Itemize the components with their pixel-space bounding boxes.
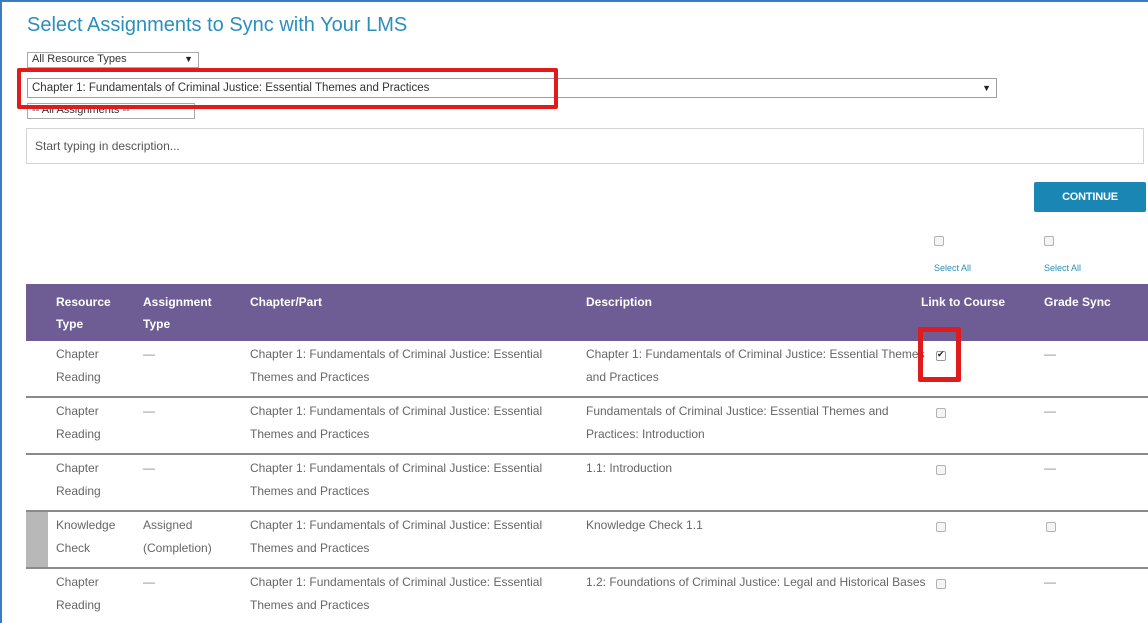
select-all-link-checkbox[interactable]: [934, 236, 944, 246]
description-search-input[interactable]: [26, 128, 1144, 164]
column-header-description: Description: [586, 295, 653, 309]
assignments-select[interactable]: -- All Assignments --: [27, 103, 195, 119]
cell-assignment-type: —: [143, 461, 155, 475]
cell-assignment-type: —: [143, 404, 155, 418]
column-header-grade-sync: Grade Sync: [1044, 295, 1111, 309]
resource-type-select[interactable]: All Resource Types ▼: [27, 52, 199, 68]
cell-grade-sync: —: [1044, 347, 1056, 361]
cell-assignment-type: Assigned (Completion): [143, 518, 212, 555]
table-row: Knowledge Check Assigned (Completion) Ch…: [26, 512, 1148, 569]
cell-resource-type: Chapter Reading: [56, 347, 101, 384]
column-header-chapter-part: Chapter/Part: [250, 295, 323, 309]
assignments-select-value: -- All Assignments --: [32, 104, 130, 116]
dropdown-arrow-icon: ▼: [982, 83, 991, 93]
column-header-link-to-course: Link to Course: [921, 295, 1006, 309]
chapter-select[interactable]: Chapter 1: Fundamentals of Criminal Just…: [27, 78, 997, 98]
cell-resource-type: Chapter Reading: [56, 575, 101, 612]
window-frame-top: [0, 0, 1148, 2]
table-row: Chapter Reading — Chapter 1: Fundamental…: [26, 569, 1148, 626]
cell-description: Chapter 1: Fundamentals of Criminal Just…: [586, 347, 925, 384]
page-title: Select Assignments to Sync with Your LMS: [27, 14, 408, 36]
select-all-grade-label[interactable]: Select All: [1044, 263, 1081, 273]
cell-description: Fundamentals of Criminal Justice: Essent…: [586, 404, 889, 441]
cell-assignment-type: —: [143, 575, 155, 589]
cell-grade-sync: —: [1044, 575, 1056, 589]
select-all-link-label[interactable]: Select All: [934, 263, 971, 273]
cell-chapter-part: Chapter 1: Fundamentals of Criminal Just…: [250, 518, 543, 555]
select-all-grade-checkbox[interactable]: [1044, 236, 1054, 246]
cell-resource-type: Chapter Reading: [56, 461, 101, 498]
table-row: Chapter Reading — Chapter 1: Fundamental…: [26, 341, 1148, 398]
table-header: Resource Type Assignment Type Chapter/Pa…: [26, 284, 1148, 341]
table-row: Chapter Reading — Chapter 1: Fundamental…: [26, 455, 1148, 512]
continue-button[interactable]: CONTINUE: [1034, 182, 1146, 212]
cell-assignment-type: —: [143, 347, 155, 361]
cell-chapter-part: Chapter 1: Fundamentals of Criminal Just…: [250, 461, 543, 498]
cell-chapter-part: Chapter 1: Fundamentals of Criminal Just…: [250, 575, 543, 612]
link-to-course-checkbox[interactable]: [936, 408, 946, 418]
cell-chapter-part: Chapter 1: Fundamentals of Criminal Just…: [250, 404, 543, 441]
dropdown-arrow-icon: ▼: [184, 54, 193, 64]
link-to-course-checkbox[interactable]: [936, 579, 946, 589]
column-header-resource-type: Resource Type: [56, 295, 111, 331]
cell-resource-type: Knowledge Check: [56, 518, 116, 555]
cell-grade-sync: —: [1044, 461, 1056, 475]
link-to-course-checkbox[interactable]: [936, 522, 946, 532]
cell-description: 1.1: Introduction: [586, 461, 673, 475]
link-to-course-checkbox[interactable]: [936, 349, 946, 361]
grade-sync-checkbox[interactable]: [1046, 522, 1056, 532]
window-frame-left: [0, 0, 2, 623]
link-to-course-checkbox[interactable]: [936, 465, 946, 475]
chapter-select-value: Chapter 1: Fundamentals of Criminal Just…: [32, 82, 430, 94]
row-status-stripe: [26, 512, 48, 567]
cell-chapter-part: Chapter 1: Fundamentals of Criminal Just…: [250, 347, 543, 384]
column-header-assignment-type: Assignment Type: [143, 295, 212, 331]
cell-description: 1.2: Foundations of Criminal Justice: Le…: [586, 575, 926, 589]
resource-type-select-value: All Resource Types: [32, 53, 127, 65]
table-row: Chapter Reading — Chapter 1: Fundamental…: [26, 398, 1148, 455]
cell-description: Knowledge Check 1.1: [586, 518, 703, 532]
cell-resource-type: Chapter Reading: [56, 404, 101, 441]
cell-grade-sync: —: [1044, 404, 1056, 418]
